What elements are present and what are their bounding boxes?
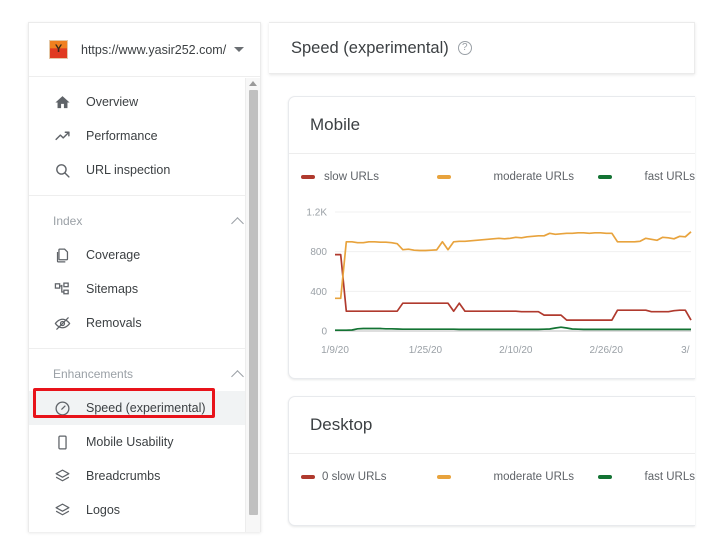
nav-group-primary: Overview Performance URL inspection [29, 77, 260, 195]
desktop-card-title: Desktop [289, 397, 695, 454]
layers-icon [53, 467, 72, 486]
legend-item-fast[interactable]: fast URLs [597, 471, 696, 483]
legend-item-slow[interactable]: 0 slow URLs [301, 471, 437, 483]
sidebar-item-url-inspection[interactable]: URL inspection [29, 153, 260, 187]
sidebar-item-label: Breadcrumbs [86, 469, 161, 483]
x-axis-tick-label: 1/9/20 [321, 345, 349, 356]
sidebar-item-label: Performance [86, 129, 158, 143]
legend-item-moderate[interactable]: moderate URLs [437, 171, 597, 183]
legend-label: moderate URLs [493, 471, 575, 483]
home-icon [53, 93, 72, 112]
sidebar-item-sitemaps[interactable]: Sitemaps [29, 272, 260, 306]
sidebar-item-removals[interactable]: Removals [29, 306, 260, 340]
mobile-card-title: Mobile [289, 97, 695, 154]
line-series-moderate [335, 231, 692, 300]
x-axis-tick-label: 1/25/20 [409, 345, 443, 356]
fast-swatch-icon [597, 475, 612, 479]
slow-swatch-icon [301, 475, 315, 479]
mobile-legend: slow URLs moderate URLs fast URLs [289, 154, 695, 200]
speedometer-icon [53, 399, 72, 418]
scrollbar-thumb[interactable] [249, 90, 258, 515]
line-series-fast [335, 326, 691, 332]
sidebar-item-speed-experimental[interactable]: Speed (experimental) [29, 391, 260, 425]
chevron-up-icon[interactable] [231, 369, 244, 383]
sidebar-item-label: Speed (experimental) [86, 401, 206, 415]
section-title: Index [53, 214, 83, 228]
y-axis-tick-label: 1.2K [306, 208, 327, 219]
sidebar-scrollbar[interactable] [245, 78, 260, 532]
sidebar-item-label: URL inspection [86, 163, 171, 177]
sidebar-item-breadcrumbs[interactable]: Breadcrumbs [29, 459, 260, 493]
trending-up-icon [53, 127, 72, 146]
nav-group-index: Index Coverage Sitemaps Removals [29, 195, 260, 348]
sidebar-item-label: Mobile Usability [86, 435, 174, 449]
sidebar-item-label: Coverage [86, 248, 141, 262]
y-axis-tick-label: 400 [310, 287, 327, 298]
site-favicon: Y [49, 40, 68, 59]
search-console-page: Y https://www.yasir252.com/ Overview Per… [0, 0, 725, 549]
sidebar-item-label: Logos [86, 503, 121, 517]
sidebar-item-logos[interactable]: Logos [29, 493, 260, 527]
speed-line-chart: 0 400 800 1.2K 1/9/20 1/25/20 2/10/20 2/26/20 3/ [306, 208, 692, 356]
mobile-card: Mobile slow URLs moderate URLs fast URLs… [288, 96, 695, 379]
scroll-up-arrow-icon[interactable] [249, 81, 257, 86]
legend-label: fast URLs [644, 471, 696, 483]
property-selector[interactable]: Y https://www.yasir252.com/ [29, 23, 260, 77]
search-icon [53, 161, 72, 180]
sidebar-item-overview[interactable]: Overview [29, 85, 260, 119]
moderate-swatch-icon [437, 175, 452, 179]
desktop-card: Desktop 0 slow URLs moderate URLs fast U… [288, 396, 695, 526]
x-axis-tick-label: 2/10/20 [499, 345, 533, 356]
mobile-chart: 0 400 800 1.2K 1/9/20 1/25/20 2/10/20 2/26/20 3/ [289, 200, 695, 372]
section-header-enhancements[interactable]: Enhancements [29, 357, 260, 391]
nav-group-enhancements: Enhancements Speed (experimental) Mobile… [29, 348, 260, 532]
sidebar-item-label: Sitemaps [86, 282, 139, 296]
desktop-legend: 0 slow URLs moderate URLs fast URLs [289, 454, 695, 500]
legend-label: moderate URLs [493, 171, 575, 183]
sitemap-icon [53, 280, 72, 299]
help-circle-icon[interactable]: ? [457, 41, 472, 55]
sidebar: Y https://www.yasir252.com/ Overview Per… [28, 22, 261, 532]
sidebar-item-mobile-usability[interactable]: Mobile Usability [29, 425, 260, 459]
sidebar-item-label: Overview [86, 95, 139, 109]
legend-item-fast[interactable]: fast URLs [597, 171, 696, 183]
section-header-index[interactable]: Index [29, 204, 260, 238]
sidebar-item-label: Removals [86, 316, 142, 330]
slow-swatch-icon [301, 175, 315, 179]
property-url: https://www.yasir252.com/ [81, 42, 227, 57]
legend-label: slow URLs [324, 171, 379, 183]
section-title: Enhancements [53, 367, 134, 381]
y-axis-tick-label: 0 [321, 327, 327, 338]
legend-item-slow[interactable]: slow URLs [301, 171, 437, 183]
x-axis-tick-label: 2/26/20 [590, 345, 624, 356]
chevron-up-icon[interactable] [231, 216, 244, 230]
layers-icon [53, 501, 72, 520]
legend-item-moderate[interactable]: moderate URLs [437, 471, 597, 483]
y-axis-tick-label: 800 [310, 247, 327, 258]
line-series-slow [335, 253, 692, 321]
page-header: Speed (experimental) ? [269, 22, 695, 74]
pages-icon [53, 246, 72, 265]
page-title: Speed (experimental) [291, 38, 449, 57]
legend-label: fast URLs [644, 171, 696, 183]
moderate-swatch-icon [437, 475, 452, 479]
x-axis-tick-label: 3/ [681, 345, 690, 356]
legend-label: 0 slow URLs [322, 471, 387, 483]
sidebar-item-performance[interactable]: Performance [29, 119, 260, 153]
main-content: Speed (experimental) ? Mobile slow URLs … [269, 22, 695, 534]
fast-swatch-icon [597, 175, 612, 179]
phone-icon [53, 433, 72, 452]
sidebar-item-coverage[interactable]: Coverage [29, 238, 260, 272]
chevron-down-icon[interactable] [234, 47, 244, 52]
eye-off-icon [53, 314, 72, 333]
